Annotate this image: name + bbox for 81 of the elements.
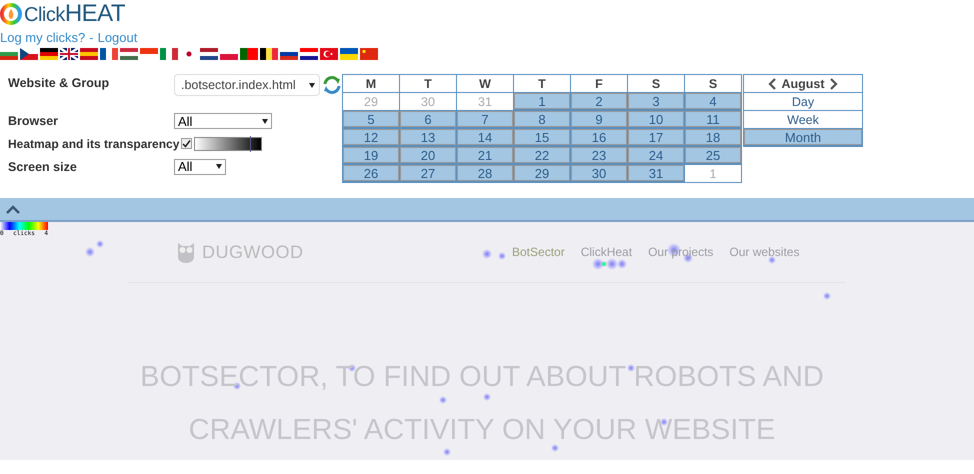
field-label: Heatmap and its transparency <box>8 136 180 150</box>
calendar-day[interactable]: 30 <box>571 165 627 181</box>
calendar-day[interactable]: 10 <box>628 111 684 127</box>
caret-icon <box>262 118 268 124</box>
calendar-day[interactable]: 25 <box>685 147 741 163</box>
calendar-day[interactable]: 28 <box>457 165 513 181</box>
view-option[interactable]: Month <box>744 129 862 145</box>
logo-icon <box>0 3 22 25</box>
view-option[interactable]: Week <box>744 111 862 128</box>
calendar-day[interactable]: 15 <box>514 129 570 145</box>
calendar-day[interactable]: 8 <box>514 111 570 127</box>
calendar-day[interactable]: 2 <box>571 93 627 109</box>
nav-link[interactable]: Our projects <box>648 245 714 259</box>
flag-icon[interactable] <box>200 48 218 60</box>
separator: - <box>89 30 94 45</box>
caret-icon <box>309 82 315 88</box>
calendar-day[interactable]: 6 <box>400 111 456 127</box>
collapse-icon[interactable] <box>6 204 20 214</box>
calendar-day[interactable]: 29 <box>514 165 570 181</box>
calendar-day[interactable]: 7 <box>457 111 513 127</box>
refresh-icon[interactable] <box>322 75 342 95</box>
month-label: August <box>781 76 825 90</box>
calendar-day[interactable]: 31 <box>457 93 513 110</box>
next-icon[interactable] <box>828 78 838 90</box>
calendar-day[interactable]: 9 <box>571 111 627 127</box>
owl-icon <box>176 241 196 263</box>
previous-icon[interactable] <box>768 78 778 90</box>
calendar-day[interactable]: 20 <box>400 147 456 163</box>
calendar-day[interactable]: 21 <box>457 147 513 163</box>
calendar-day[interactable]: 11 <box>685 111 741 127</box>
field-label: Website & Group <box>8 75 110 90</box>
field-label: Browser <box>8 114 60 128</box>
flag-icon[interactable] <box>100 48 118 60</box>
weekday-header: S <box>628 75 684 92</box>
view-option[interactable]: Day <box>744 93 862 110</box>
site-logo-text: DUGWOOD <box>202 242 304 262</box>
calendar-day[interactable]: 30 <box>400 93 456 110</box>
flag-icon[interactable] <box>20 48 38 60</box>
calendar-day[interactable]: 19 <box>343 147 399 163</box>
nav-link[interactable]: Our websites <box>729 245 800 259</box>
flag-icon[interactable] <box>60 48 78 60</box>
calendar-day[interactable]: 22 <box>514 147 570 163</box>
calendar-day[interactable]: 3 <box>628 93 684 109</box>
select-field[interactable]: All <box>174 158 226 174</box>
calendar-day[interactable]: 23 <box>571 147 627 163</box>
flag-icon[interactable] <box>40 48 58 60</box>
flag-icon[interactable] <box>260 48 278 60</box>
legend-gradient <box>0 222 48 230</box>
nav-link[interactable]: ClickHeat <box>580 245 632 259</box>
logout-link[interactable]: Logout <box>98 30 138 45</box>
flag-icon[interactable] <box>300 48 318 60</box>
calendar-day[interactable]: 16 <box>571 129 627 145</box>
calendar-day[interactable]: 26 <box>343 165 399 181</box>
weekday-header: S <box>685 75 741 92</box>
calendar-day[interactable]: 27 <box>400 165 456 181</box>
calendar-day[interactable]: 18 <box>685 129 741 145</box>
logo-text: ClickHEAT <box>24 0 126 28</box>
calendar-day[interactable]: 12 <box>343 129 399 145</box>
calendar-day[interactable]: 14 <box>457 129 513 145</box>
select-field[interactable]: All <box>174 113 272 129</box>
weekday-header: W <box>457 75 513 92</box>
select-field[interactable]: .botsector.index.html <box>174 74 320 96</box>
calendar-day[interactable]: 1 <box>514 93 570 109</box>
calendar-day[interactable]: 4 <box>685 93 741 109</box>
calendar-day[interactable]: 1 <box>685 165 741 182</box>
calendar-day[interactable]: 13 <box>400 129 456 145</box>
weekday-header: T <box>400 75 456 92</box>
transparency-slider[interactable] <box>194 136 262 150</box>
log-clicks-link[interactable]: Log my clicks? <box>0 30 86 45</box>
caret-icon <box>216 164 222 169</box>
weekday-header: M <box>343 75 399 92</box>
checkbox[interactable] <box>181 138 192 149</box>
calendar-day[interactable]: 5 <box>343 111 399 127</box>
field-label: Screen size <box>8 160 78 174</box>
weekday-header: F <box>571 75 627 92</box>
calendar-day[interactable]: 24 <box>628 147 684 163</box>
weekday-header: T <box>514 75 570 92</box>
calendar-day[interactable]: 17 <box>628 129 684 145</box>
calendar-day[interactable]: 31 <box>628 165 684 181</box>
nav-link[interactable]: BotSector <box>512 245 565 259</box>
calendar-day[interactable]: 29 <box>343 93 399 110</box>
